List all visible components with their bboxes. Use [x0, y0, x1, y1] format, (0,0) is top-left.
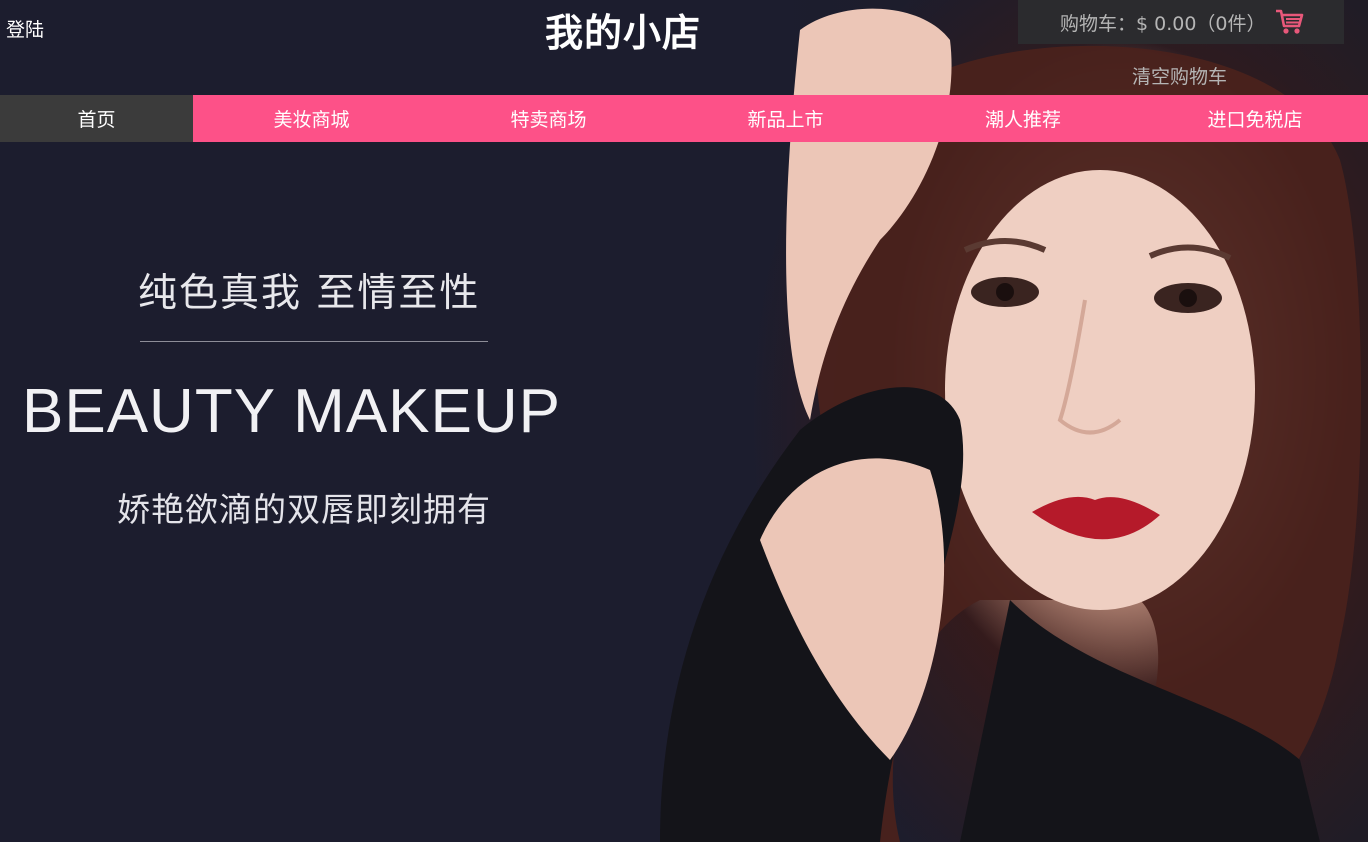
banner-slogan-english: BEAUTY MAKEUP [22, 377, 562, 446]
clear-cart-link[interactable]: 清空购物车 [1132, 62, 1227, 89]
banner-slogan-chinese: 纯色真我 至情至性 [138, 271, 481, 316]
nav-item-duty-free[interactable]: 进口免税店 [1142, 95, 1368, 142]
cart-summary-button[interactable]: 购物车：$ 0.00（0件） [1018, 0, 1344, 44]
main-navigation: 首页 美妆商城 特卖商场 新品上市 潮人推荐 进口免税店 [0, 95, 1368, 142]
shopping-cart-icon [1274, 8, 1304, 36]
nav-item-new-arrivals[interactable]: 新品上市 [667, 95, 904, 142]
nav-item-trend-picks[interactable]: 潮人推荐 [904, 95, 1142, 142]
nav-item-beauty-mall[interactable]: 美妆商城 [193, 95, 430, 142]
nav-item-home[interactable]: 首页 [0, 95, 193, 142]
nav-item-special-sale[interactable]: 特卖商场 [430, 95, 667, 142]
banner-divider [140, 341, 488, 342]
site-title: 我的小店 [545, 11, 702, 55]
login-link[interactable]: 登陆 [6, 15, 44, 42]
cart-summary-label: 购物车：$ 0.00（0件） [1060, 12, 1266, 35]
banner-subtitle: 娇艳欲滴的双唇即刻拥有 [117, 490, 491, 529]
